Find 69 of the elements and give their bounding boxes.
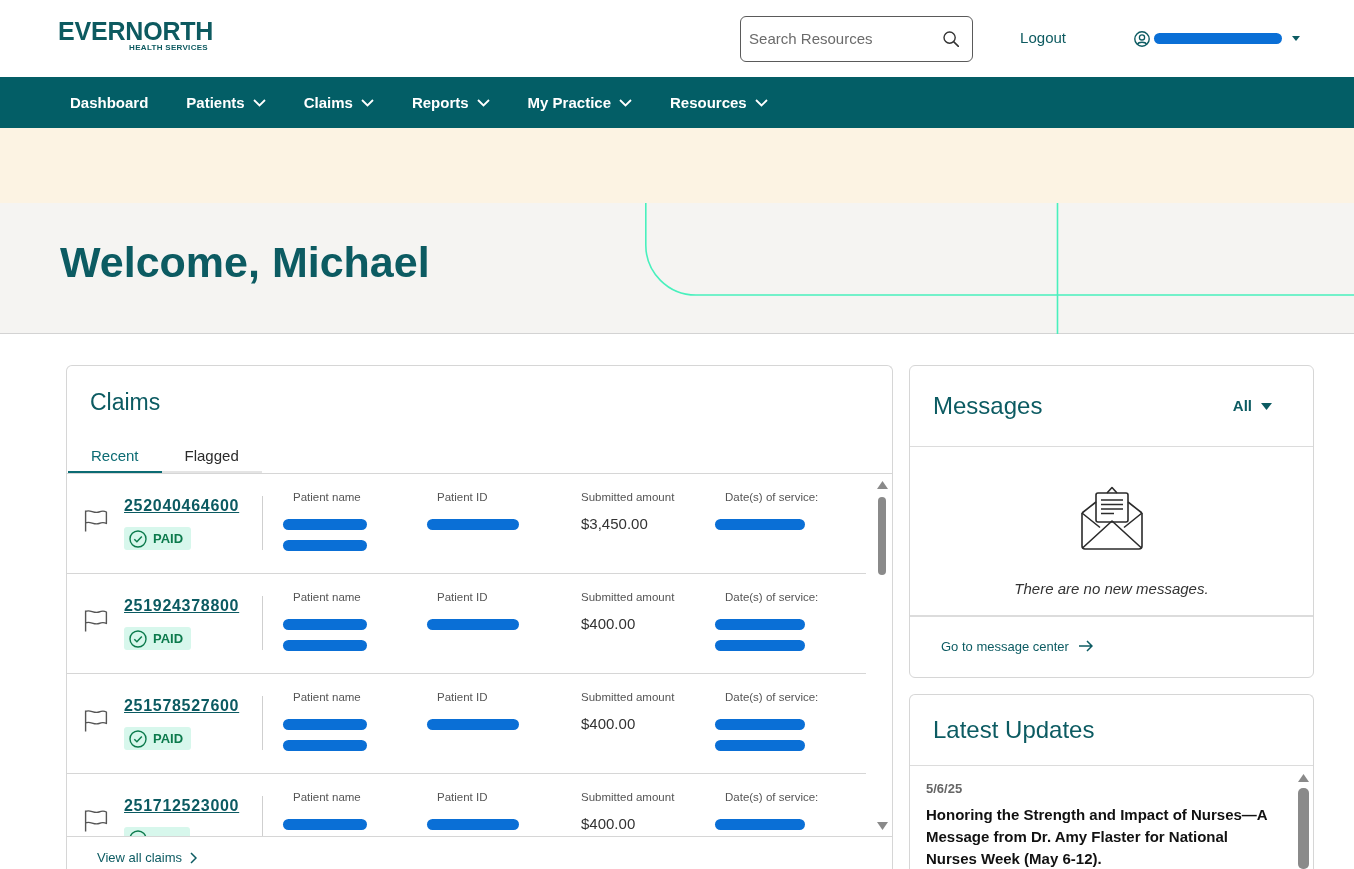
tab[interactable]: Flagged <box>161 440 262 473</box>
scrollbar-thumb[interactable] <box>1297 788 1309 869</box>
flag-icon[interactable] <box>84 709 108 732</box>
nav-link[interactable]: Claims <box>303 93 374 112</box>
card-title: Latest Updates <box>933 715 1095 745</box>
search-field[interactable]: Search Resources <box>740 15 974 62</box>
status-text: PAID <box>153 530 184 547</box>
nav-link[interactable]: Patients <box>186 93 266 112</box>
welcome-heading: Welcome, Michael <box>60 237 430 287</box>
claim-number-link[interactable]: 251578527600 <box>124 696 240 716</box>
field-label: Patient name <box>293 790 361 804</box>
field-label: Patient ID <box>437 790 488 804</box>
field-label: Date(s) of service: <box>725 690 819 704</box>
scroll-down-arrow-icon[interactable] <box>876 822 888 830</box>
status-text: PAID <box>153 630 184 647</box>
logo-tagline: HEALTH SERVICES <box>129 43 208 52</box>
nav-link[interactable]: My Practice <box>527 93 632 112</box>
field-label: Date(s) of service: <box>725 590 819 604</box>
field-label: Submitted amount <box>581 690 675 704</box>
field-label: Date(s) of service: <box>725 490 819 504</box>
arrow-right-icon <box>1078 640 1093 652</box>
flag-icon[interactable] <box>84 509 108 532</box>
field-label: Patient name <box>293 590 361 604</box>
field-value: $400.00 <box>581 714 636 734</box>
field-label: Submitted amount <box>581 590 675 604</box>
field-label: Patient ID <box>437 690 488 704</box>
search-icon[interactable] <box>943 30 960 47</box>
chevron-right-icon <box>190 851 197 864</box>
check-circle-icon <box>129 729 147 748</box>
logo-wordmark: EVERNORTH <box>58 19 214 43</box>
flag-icon[interactable] <box>84 809 108 832</box>
scroll-up-arrow-icon[interactable] <box>876 481 888 489</box>
field-label: Patient name <box>293 490 361 504</box>
flag-icon[interactable] <box>84 609 108 632</box>
envelope-icon <box>1080 486 1143 550</box>
view-all-claims-link[interactable]: View all claims <box>97 849 197 866</box>
field-label: Submitted amount <box>581 790 675 804</box>
card-title: Claims <box>90 388 161 416</box>
update-headline[interactable]: Honoring the Strength and Impact of Nurses—A Message from Dr. Amy Flaster for National Nurses Week (May 6-12). <box>926 804 1272 869</box>
claim-number-link[interactable]: 252040464600 <box>124 496 240 516</box>
update-date: 5/6/25 <box>926 781 963 797</box>
card-title: Messages <box>933 391 1043 421</box>
check-circle-icon <box>129 529 147 548</box>
message-center-link[interactable]: Go to message center <box>941 637 1093 655</box>
claim-number-link[interactable]: 251924378800 <box>124 596 240 616</box>
field-label: Patient ID <box>437 490 488 504</box>
field-value: $3,450.00 <box>581 514 648 534</box>
filter-dropdown[interactable]: All <box>1232 397 1272 415</box>
user-icon <box>1134 30 1150 47</box>
nav-link[interactable]: Dashboard <box>70 93 149 112</box>
field-value: $400.00 <box>581 814 636 834</box>
scrollbar-thumb[interactable] <box>878 497 886 575</box>
tab[interactable]: Recent <box>68 440 162 473</box>
field-label: Date(s) of service: <box>725 790 819 804</box>
caret-icon <box>1292 36 1300 41</box>
nav-link[interactable]: Reports <box>411 93 490 112</box>
field-label: Submitted amount <box>581 490 675 504</box>
check-circle-icon <box>129 629 147 648</box>
logout-link[interactable]: Logout <box>1020 27 1066 50</box>
field-label: Patient name <box>293 690 361 704</box>
scroll-up-arrow-icon[interactable] <box>1297 774 1309 782</box>
status-text: PAID <box>153 730 184 747</box>
field-value: $400.00 <box>581 614 636 634</box>
nav-link[interactable]: Resources <box>670 93 768 112</box>
user-menu-button[interactable] <box>1134 30 1300 47</box>
caret-icon <box>1261 402 1272 410</box>
field-label: Patient ID <box>437 590 488 604</box>
claim-number-link[interactable]: 251712523000 <box>124 796 240 816</box>
empty-state-text: There are no new messages. <box>1014 580 1209 598</box>
